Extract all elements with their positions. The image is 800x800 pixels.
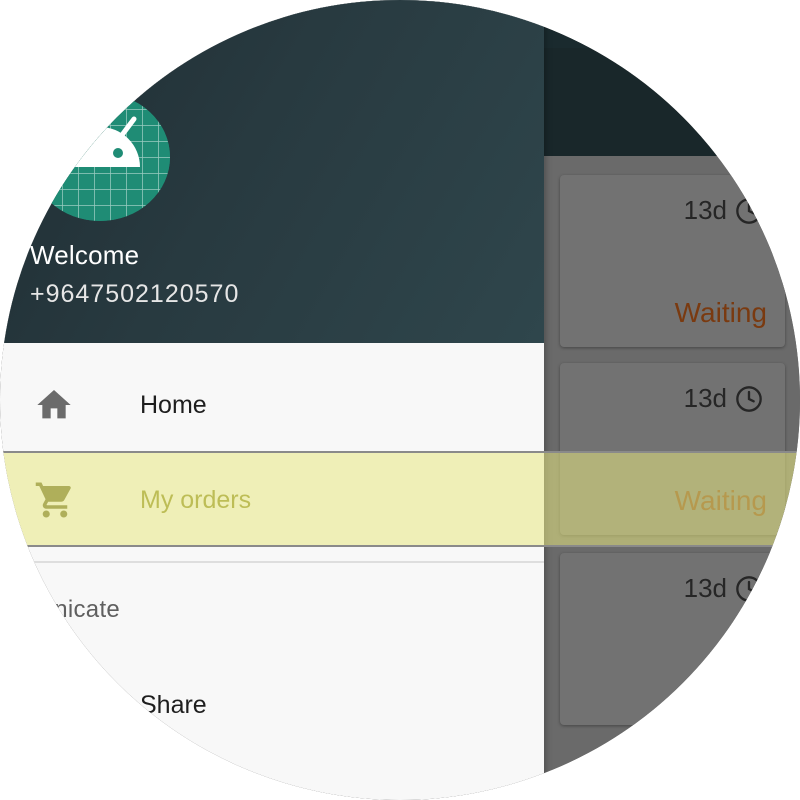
order-status: Waiting xyxy=(674,297,767,328)
avatar[interactable] xyxy=(30,93,170,221)
nav-item-label: Share xyxy=(140,690,207,719)
cart-icon xyxy=(34,479,76,521)
order-status: Waiting xyxy=(674,485,767,516)
order-time: 13d xyxy=(684,383,763,414)
home-icon xyxy=(34,385,74,425)
order-time: 13d xyxy=(684,195,763,226)
order-time-label: 13d xyxy=(683,195,727,225)
order-time: 13d xyxy=(684,573,763,604)
nav-item-label: Home xyxy=(140,390,207,419)
app-screen: 13d Waiting 13d Waiting 13d W Welcome +9… xyxy=(0,0,800,800)
clock-icon xyxy=(735,197,763,225)
nav-item-label: My orders xyxy=(140,485,252,514)
drawer-divider xyxy=(0,561,544,563)
drawer-header: Welcome +9647502120570 xyxy=(0,0,544,343)
clock-icon xyxy=(735,385,763,413)
order-time-label: 13d xyxy=(683,573,727,603)
order-card[interactable]: 13d Waiting xyxy=(560,175,785,347)
order-status: W xyxy=(740,675,767,706)
order-card[interactable]: 13d Waiting xyxy=(560,363,785,535)
nav-item-share[interactable]: Share xyxy=(0,658,544,752)
nav-item-home[interactable]: Home xyxy=(0,358,544,452)
order-card[interactable]: 13d W xyxy=(560,553,785,725)
order-time-label: 13d xyxy=(683,383,727,413)
nav-item-my-orders[interactable]: My orders xyxy=(0,453,544,547)
clock-icon xyxy=(735,575,763,603)
phone-number: +9647502120570 xyxy=(30,280,240,308)
section-title-communicate: mmunicate xyxy=(0,596,121,623)
welcome-text: Welcome xyxy=(30,240,140,270)
android-avatar-icon xyxy=(30,93,170,221)
navigation-drawer: Welcome +9647502120570 Home My orders mm… xyxy=(0,0,544,800)
